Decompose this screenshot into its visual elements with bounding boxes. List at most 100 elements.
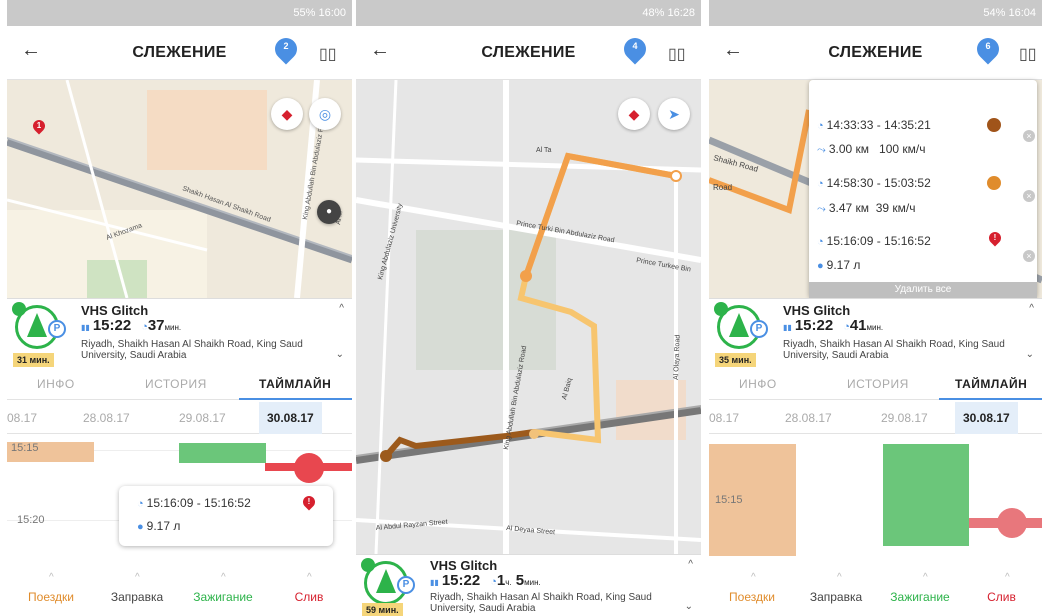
drain-marker[interactable] <box>997 508 1027 538</box>
screen-2: 48% 16:28 ← СЛЕЖЕНИЕ 4 ▯▯ Prince Turki B… <box>356 0 701 616</box>
map-icon[interactable]: ▯▯ <box>1019 44 1037 64</box>
nav-drain[interactable]: Слив <box>961 590 1042 604</box>
vehicle-card[interactable]: P 35 мин. VHS Glitch ▮▮ 15:22 ◔41мин. Riya… <box>709 298 1042 370</box>
chevron-up-icon[interactable]: ^ <box>837 572 842 583</box>
route-icon: ⤳ <box>817 203 826 215</box>
chevron-up-icon[interactable]: ^ <box>307 572 312 583</box>
date-item[interactable]: 28.08.17 <box>83 411 130 425</box>
drain-pin-icon: ! <box>303 496 315 510</box>
status-bar: 55% 16:00 <box>7 0 352 26</box>
close-icon[interactable]: × <box>1023 190 1035 202</box>
vehicle-time: 15:22 <box>441 572 481 589</box>
duration-value: 5 <box>515 572 525 589</box>
app-bar: ← СЛЕЖЕНИЕ 2 ▯▯ <box>7 26 352 80</box>
nav-trips[interactable]: Поездки <box>7 590 95 604</box>
bottom-nav: ^ ^ ^ ^ Поездки Заправка Зажигание Слив <box>709 566 1042 614</box>
vehicle-time-row: ▮▮ 15:22 ◔1ч. 5мин. <box>430 572 541 589</box>
signal-icon <box>361 558 375 572</box>
stopwatch-icon: ◔ <box>817 236 824 248</box>
date-item[interactable]: 08.17 <box>709 411 739 425</box>
vehicle-name: VHS Glitch <box>81 303 149 318</box>
tab-history[interactable]: ИСТОРИЯ <box>847 377 909 391</box>
chevron-up-icon[interactable]: ^ <box>923 572 928 583</box>
date-item[interactable]: 08.17 <box>7 411 37 425</box>
location-pin-icon[interactable]: 2 <box>270 33 302 65</box>
close-icon[interactable]: × <box>1023 250 1035 262</box>
navigation-icon[interactable]: ➤ <box>658 98 690 130</box>
event-popup[interactable]: ◔ 15:16:09 - 15:16:52 ! ● 9.17 л <box>119 486 333 546</box>
nav-trips[interactable]: Поездки <box>709 590 795 604</box>
vehicle-card[interactable]: P 59 мин. VHS Glitch ▮▮ 15:22 ◔1ч. 5мин. R… <box>356 554 701 616</box>
map-marker[interactable]: 1 <box>33 120 49 138</box>
nav-ignition[interactable]: Зажигание <box>179 590 267 604</box>
tab-info[interactable]: ИНФО <box>37 377 75 391</box>
event-distance: 3.47 км <box>828 201 870 215</box>
nav-refuel[interactable]: Заправка <box>793 590 879 604</box>
signal-strength-icon: ▮▮ <box>783 323 792 332</box>
drain-pin-icon: ! <box>989 232 1001 246</box>
tab-indicator <box>939 398 1042 400</box>
chevron-down-icon[interactable]: ⌄ <box>685 601 693 612</box>
chevron-up-icon[interactable]: ^ <box>339 303 344 314</box>
location-pin-icon[interactable]: 4 <box>619 33 651 65</box>
drop-icon: ● <box>137 521 144 533</box>
nav-drain[interactable]: Слив <box>265 590 352 604</box>
timeline[interactable]: 15:15 15:20 ◔ 15:16:09 - 15:16:52 ! ● 9.17… <box>7 436 352 566</box>
chevron-up-icon[interactable]: ^ <box>221 572 226 583</box>
tab-timeline[interactable]: ТАЙМЛАЙН <box>955 377 1027 391</box>
compass-icon[interactable]: ◆ <box>618 98 650 130</box>
status-bar: 48% 16:28 <box>356 0 701 26</box>
chevron-up-icon[interactable]: ^ <box>135 572 140 583</box>
direction-arrow-icon <box>27 313 47 337</box>
event-volume: 9.17 л <box>146 519 181 533</box>
date-item[interactable]: 29.08.17 <box>881 411 928 425</box>
vehicle-card[interactable]: P 31 мин. VHS Glitch ▮▮ 15:22 ◔37мин. Riya… <box>7 298 352 370</box>
ignition-block[interactable] <box>883 444 969 546</box>
status-text: 54% 16:04 <box>983 7 1036 19</box>
chevron-up-icon[interactable]: ^ <box>49 572 54 583</box>
map-label: Road <box>713 183 732 192</box>
map-icon[interactable]: ▯▯ <box>319 44 337 64</box>
event-time: 15:16:09 - 15:16:52 <box>826 234 931 248</box>
stopwatch-icon: ◔ <box>817 120 824 132</box>
duration-badge: 31 мин. <box>13 353 54 367</box>
duration-hours: 1 <box>496 572 506 589</box>
map-view[interactable]: Prince Turki Bin Abdulaziz Road Prince T… <box>356 80 701 554</box>
events-list-popup[interactable]: ◔ 14:33:33 - 14:35:21 × ⤳ 3.00 км 100 км/ч… <box>809 80 1037 298</box>
drop-icon: ● <box>817 260 824 272</box>
signal-strength-icon: ▮▮ <box>81 323 90 332</box>
tab-info[interactable]: ИНФО <box>739 377 777 391</box>
compass-icon[interactable]: ◆ <box>271 98 303 130</box>
chevron-up-icon[interactable]: ^ <box>688 559 693 570</box>
date-item-selected[interactable]: 30.08.17 <box>259 402 322 434</box>
chevron-up-icon[interactable]: ^ <box>1005 572 1010 583</box>
timeline-time-label: 15:15 <box>715 494 743 506</box>
delete-all-button[interactable]: Удалить все <box>809 282 1037 298</box>
ignition-block[interactable] <box>179 443 266 463</box>
map-view[interactable]: Shaikh Hasan Al Shaikh Road King Abdulla… <box>7 80 352 298</box>
nav-ignition[interactable]: Зажигание <box>877 590 963 604</box>
date-selector: 08.17 28.08.17 29.08.17 30.08.17 <box>709 402 1042 434</box>
location-pin-icon[interactable]: 6 <box>972 33 1004 65</box>
my-location-icon[interactable]: ◎ <box>309 98 341 130</box>
tab-history[interactable]: ИСТОРИЯ <box>145 377 207 391</box>
chevron-up-icon[interactable]: ^ <box>1029 303 1034 314</box>
event-distance: 3.00 км <box>828 142 870 156</box>
date-item[interactable]: 28.08.17 <box>785 411 832 425</box>
nav-refuel[interactable]: Заправка <box>93 590 181 604</box>
direction-arrow-icon <box>729 313 749 337</box>
drain-marker[interactable] <box>294 453 324 483</box>
tab-timeline[interactable]: ТАЙМЛАЙН <box>259 377 331 391</box>
event-time: 15:16:09 - 15:16:52 <box>146 496 251 510</box>
date-item-selected[interactable]: 30.08.17 <box>955 402 1018 434</box>
timeline[interactable]: 15:15 <box>709 436 1042 566</box>
chevron-down-icon[interactable]: ⌄ <box>336 349 344 360</box>
status-bar: 54% 16:04 <box>709 0 1042 26</box>
map-icon[interactable]: ▯▯ <box>668 44 686 64</box>
chevron-down-icon[interactable]: ⌄ <box>1026 349 1034 360</box>
date-item[interactable]: 29.08.17 <box>179 411 226 425</box>
close-icon[interactable]: × <box>1023 130 1035 142</box>
map-pin-dark-icon[interactable]: ● <box>317 200 341 224</box>
chevron-up-icon[interactable]: ^ <box>751 572 756 583</box>
app-bar: ← СЛЕЖЕНИЕ 6 ▯▯ <box>709 26 1042 80</box>
